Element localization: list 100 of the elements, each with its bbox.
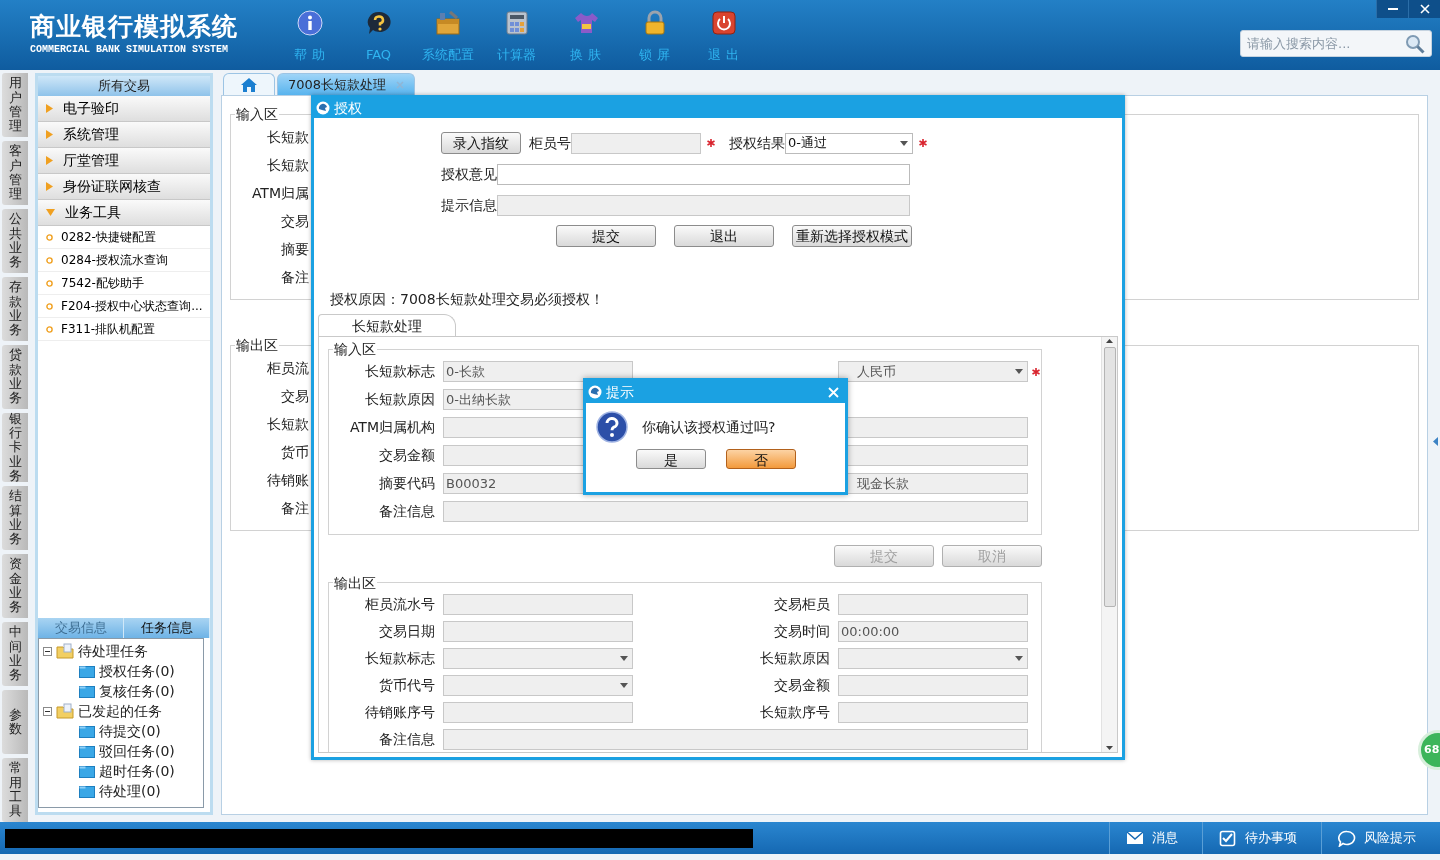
caret-icon [1015,656,1023,662]
field-label: 柜员流 [266,358,309,378]
sidebar-group[interactable]: 厅堂管理 [38,148,210,174]
input-field[interactable] [443,594,633,616]
input-field[interactable]: 00:00:00 [838,621,1028,643]
input-field[interactable] [443,702,633,724]
field-label: 长短款原因 [759,650,830,668]
field-label: 交易时间 [773,623,830,641]
select-field[interactable] [443,675,633,697]
search-icon[interactable] [1405,33,1425,54]
side-tab[interactable]: 客户管理 [2,141,28,205]
status-button[interactable]: 风险提示 [1321,822,1440,854]
side-tab[interactable]: 常用工具 [2,758,28,822]
collapse-toggle-icon[interactable] [43,646,52,656]
dialog-button[interactable]: 是 [636,449,706,469]
side-tab[interactable]: 结算业务 [2,486,28,550]
scroll-down-icon[interactable] [1106,745,1113,750]
section-legend: 输入区 [333,340,377,358]
side-tab[interactable]: 银行卡业务 [2,413,28,482]
tree-item[interactable]: 驳回任务(0) [99,742,175,760]
chat-icon [1338,829,1356,847]
app-subtitle: COMMERCIAL BANK SIMULATION SYSTEM [30,44,230,56]
caret-icon [620,656,628,662]
select-field[interactable] [838,648,1028,670]
search-field[interactable]: 请输入搜索内容... [1245,34,1405,53]
dialog-button[interactable]: 提交 [556,225,656,247]
folder-icon [79,744,95,758]
input-field[interactable] [838,702,1028,724]
field-label: 交易金额 [773,677,830,695]
tree-item[interactable]: 待处理任务 [78,642,148,660]
side-tab[interactable]: 贷款业务 [2,345,28,409]
field-label: 长短款 [266,155,309,175]
bullet-icon [46,256,53,264]
collapse-toggle-icon[interactable] [43,706,52,716]
dialog-button[interactable]: 重新选择授权模式 [792,225,912,247]
input-field[interactable]: 0-长款 [443,361,633,383]
input-field[interactable] [838,675,1028,697]
input-field[interactable] [838,594,1028,616]
fingerprint-button[interactable]: 录入指纹 [441,132,521,154]
input-field[interactable] [497,164,910,185]
dialog-button[interactable]: 否 [726,449,796,469]
sidebar-group[interactable]: 系统管理 [38,122,210,148]
field-label: 授权意见 [441,166,497,183]
scroll-thumb[interactable] [1103,346,1116,607]
input-field[interactable] [443,501,1028,523]
field-label: 货币 [280,442,309,462]
field-label: 备注 [280,267,309,287]
folder-icon [79,724,95,738]
sidebar-group[interactable]: 身份证联网核查 [38,174,210,200]
side-tab[interactable]: 中间业务 [2,622,28,686]
reason-text: 授权原因：7008长短款处理交易必须授权！ [330,291,605,308]
tree-item[interactable]: 待提交(0) [99,722,161,740]
select-field[interactable]: 0-通过 [785,132,913,154]
input-field[interactable] [443,729,1028,751]
select-field[interactable] [443,648,633,670]
tab[interactable]: 7008长短款处理 [277,73,416,95]
tab[interactable] [223,73,275,95]
expanded-arrow-icon [46,209,55,216]
dialog-button[interactable]: 退出 [674,225,774,247]
field-label: 待销账序号 [364,704,435,722]
input-field[interactable] [571,132,701,154]
dialog-title-bar: 提示 [586,381,845,403]
field-label: 长短款原因 [364,391,435,408]
caret-icon [900,140,908,146]
minimize-icon [1387,8,1398,10]
app-icon [588,385,602,399]
section-legend: 输入区 [235,106,279,123]
minimize-button[interactable] [1376,0,1408,18]
sidebar-group[interactable]: 业务工具 [38,200,210,226]
folder-icon [79,664,95,678]
side-tab[interactable]: 公共业务 [2,209,28,273]
status-button[interactable]: 待办事项 [1202,822,1321,854]
sidebar-group[interactable]: 电子验印 [38,96,210,122]
side-tab[interactable]: 资金业务 [2,554,28,618]
search-box[interactable]: 请输入搜索内容... [1240,30,1432,57]
tree-item[interactable]: 已发起的任务 [78,702,162,720]
scroll-up-icon[interactable] [1106,338,1113,343]
side-tab[interactable]: 用户管理 [2,73,28,137]
side-tab[interactable]: 参数 [2,690,28,754]
field-label: 交易柜员 [773,596,830,614]
collapsed-arrow-icon [46,104,53,113]
folder-icon [79,784,95,798]
tree-item[interactable]: 待处理(0) [99,782,161,800]
close-button[interactable] [1408,0,1440,18]
shirt-icon [572,10,599,36]
tree-item[interactable]: 超时任务(0) [99,762,175,780]
status-button[interactable]: 消息 [1109,822,1202,854]
form-tab[interactable]: 长短款处理 [318,313,456,336]
input-field[interactable] [443,621,633,643]
collapsed-arrow-icon [46,156,53,165]
calculator-icon [503,10,530,36]
expand-arrow-icon[interactable] [1433,437,1438,446]
close-icon[interactable] [396,80,405,89]
toolbox-icon [434,10,461,36]
tree-item[interactable]: 复核任务(0) [99,682,175,700]
select-field[interactable]: 人民币 [838,361,1028,383]
scrollbar[interactable] [1101,336,1117,752]
side-tab[interactable]: 存款业务 [2,277,28,341]
home-icon [241,77,257,92]
tree-item[interactable]: 授权任务(0) [99,662,175,680]
